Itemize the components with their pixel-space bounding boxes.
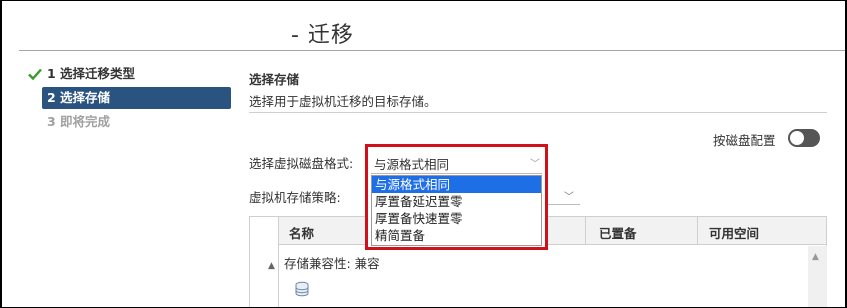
disk-format-selected-value: 与源格式相同 — [374, 157, 450, 172]
option-same-as-source[interactable]: 与源格式相同 — [372, 176, 541, 193]
table-header: 名称 已置备 可用空间 — [279, 217, 826, 245]
toggle-knob — [790, 131, 804, 145]
disk-format-options: 与源格式相同 厚置备延迟置零 厚置备快速置零 精简置备 — [371, 175, 542, 246]
per-disk-config-label: 按磁盘配置 — [713, 133, 776, 148]
column-header-free-space[interactable]: 可用空间 — [709, 223, 759, 242]
migrate-wizard: - 迁移 1 选择迁移类型 2 选择存储 3 即将完成 选择存储 选择用于虚拟机… — [2, 1, 845, 307]
scroll-up-icon[interactable]: ▲ — [812, 252, 819, 262]
option-thin-provision[interactable]: 精简置备 — [372, 227, 541, 244]
title-divider — [19, 50, 845, 51]
compatibility-group-row[interactable]: ▲ 存储兼容性: 兼容 — [268, 253, 380, 272]
column-divider — [585, 217, 586, 245]
chevron-down-icon: ﹀ — [530, 159, 540, 170]
checkmark-icon — [28, 68, 42, 81]
expand-triangle-icon[interactable]: ▲ — [268, 261, 278, 271]
column-header-name[interactable]: 名称 — [289, 223, 314, 242]
table-scrollbar[interactable]: ▲ — [808, 246, 827, 307]
section-description: 选择用于虚拟机迁移的目标存储。 — [249, 94, 437, 109]
section-heading: 选择存储 — [249, 72, 300, 87]
column-divider — [697, 217, 698, 245]
disk-format-label: 选择虚拟磁盘格式: — [249, 156, 354, 171]
option-thick-lazy-zeroed[interactable]: 厚置备延迟置零 — [372, 193, 541, 210]
database-icon — [295, 281, 309, 297]
disk-format-select[interactable]: 与源格式相同 ﹀ — [371, 150, 542, 174]
disk-format-highlight: 与源格式相同 ﹀ 与源格式相同 厚置备延迟置零 厚置备快速置零 精简置备 — [365, 144, 548, 250]
storage-policy-label: 虚拟机存储策略: — [249, 190, 341, 205]
group-label: 存储兼容性: 兼容 — [284, 256, 380, 271]
step-select-storage[interactable]: 2 选择存储 — [42, 87, 231, 109]
per-disk-config-toggle[interactable] — [788, 129, 820, 147]
page-title: - 迁移 — [291, 23, 354, 48]
step-select-migration-type[interactable]: 1 选择迁移类型 — [42, 63, 135, 85]
chevron-down-icon: ﹀ — [564, 192, 574, 203]
section-divider — [249, 112, 827, 113]
step-ready-to-complete: 3 即将完成 — [47, 114, 111, 129]
option-thick-eager-zeroed[interactable]: 厚置备快速置零 — [372, 210, 541, 227]
column-header-provisioned[interactable]: 已置备 — [599, 223, 637, 242]
